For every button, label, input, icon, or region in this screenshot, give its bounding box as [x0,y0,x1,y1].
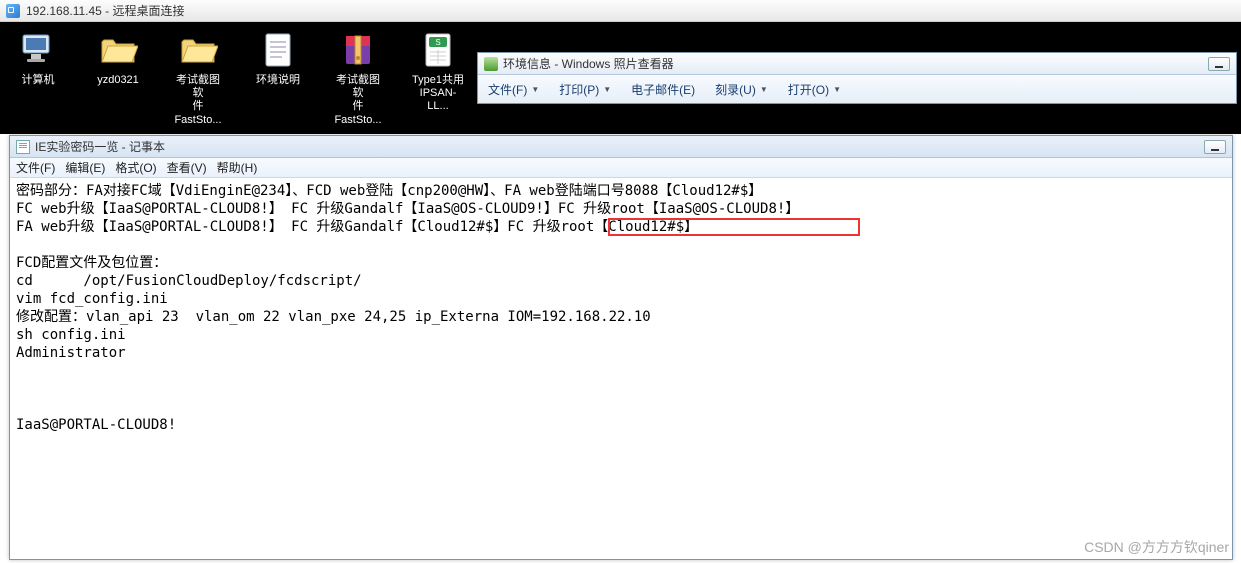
menu-label: 打开(O) [788,81,829,98]
desktop-icon-computer[interactable]: 计算机 [12,30,64,87]
desktop-icon-txt[interactable]: 环境说明 [252,30,304,87]
folder-icon [178,30,218,70]
svg-text:S: S [435,38,440,47]
menu-view[interactable]: 查看(V) [167,159,207,176]
notepad-icon [16,140,30,154]
desktop-label: yzd0321 [97,74,139,87]
desktop-icon-folder[interactable]: yzd0321 [92,30,144,87]
rdp-icon [6,4,20,18]
desktop-icon-rar[interactable]: 考试截图软 件FastSto... [332,30,384,127]
photo-viewer-toolbar: 文件(F) ▼ 打印(P) ▼ 电子邮件(E) 刻录(U) ▼ 打开(O) ▼ [478,75,1236,103]
menu-file[interactable]: 文件(F) [16,159,55,176]
photo-viewer-titlebar[interactable]: 环境信息 - Windows 照片查看器 [478,53,1236,75]
desktop-icon-xls[interactable]: S Type1共用 IPSAN-LL... [412,30,464,114]
folder-icon [98,30,138,70]
minimize-button[interactable] [1204,140,1226,154]
minimize-button[interactable] [1208,57,1230,71]
desktop-icon-folder[interactable]: 考试截图软 件FastSto... [172,30,224,127]
desktop-label: 考试截图软 件FastSto... [172,74,224,127]
menu-label: 打印(P) [559,81,599,98]
highlight-box [608,218,860,236]
photo-viewer-window: 环境信息 - Windows 照片查看器 文件(F) ▼ 打印(P) ▼ 电子邮件(… [477,52,1237,104]
menu-edit[interactable]: 编辑(E) [65,159,105,176]
photo-viewer-title: 环境信息 - Windows 照片查看器 [503,55,1208,72]
menu-label: 文件(F) [488,81,527,98]
notepad-menubar: 文件(F) 编辑(E) 格式(O) 查看(V) 帮助(H) [10,158,1232,178]
desktop-label: 环境说明 [256,74,300,87]
chevron-down-icon: ▼ [531,85,539,94]
pv-menu-email[interactable]: 电子邮件(E) [631,81,695,98]
rar-icon [338,30,378,70]
rdp-title-text: 192.168.11.45 - 远程桌面连接 [26,2,185,19]
desktop-label: Type1共用 IPSAN-LL... [412,74,464,114]
chevron-down-icon: ▼ [833,85,841,94]
notepad-content[interactable]: 密码部分：FA对接FC域【VdiEnginE@234】、FCD web登陆【cn… [10,178,1232,438]
notepad-window: IE实验密码一览 - 记事本 文件(F) 编辑(E) 格式(O) 查看(V) 帮… [9,135,1233,560]
notepad-title: IE实验密码一览 - 记事本 [35,138,1204,155]
chevron-down-icon: ▼ [603,85,611,94]
pv-menu-open[interactable]: 打开(O) ▼ [788,81,841,98]
pv-menu-burn[interactable]: 刻录(U) ▼ [715,81,768,98]
pv-menu-file[interactable]: 文件(F) ▼ [488,81,539,98]
menu-help[interactable]: 帮助(H) [217,159,258,176]
txt-icon [258,30,298,70]
desktop-label: 考试截图软 件FastSto... [332,74,384,127]
notepad-titlebar[interactable]: IE实验密码一览 - 记事本 [10,136,1232,158]
menu-label: 电子邮件(E) [631,81,695,98]
chevron-down-icon: ▼ [760,85,768,94]
desktop-label: 计算机 [22,74,55,87]
menu-label: 刻录(U) [715,81,756,98]
xls-icon: S [418,30,458,70]
computer-icon [18,30,58,70]
rdp-titlebar: 192.168.11.45 - 远程桌面连接 [0,0,1241,22]
menu-format[interactable]: 格式(O) [115,159,156,176]
pv-menu-print[interactable]: 打印(P) ▼ [559,81,611,98]
photo-viewer-icon [484,57,498,71]
